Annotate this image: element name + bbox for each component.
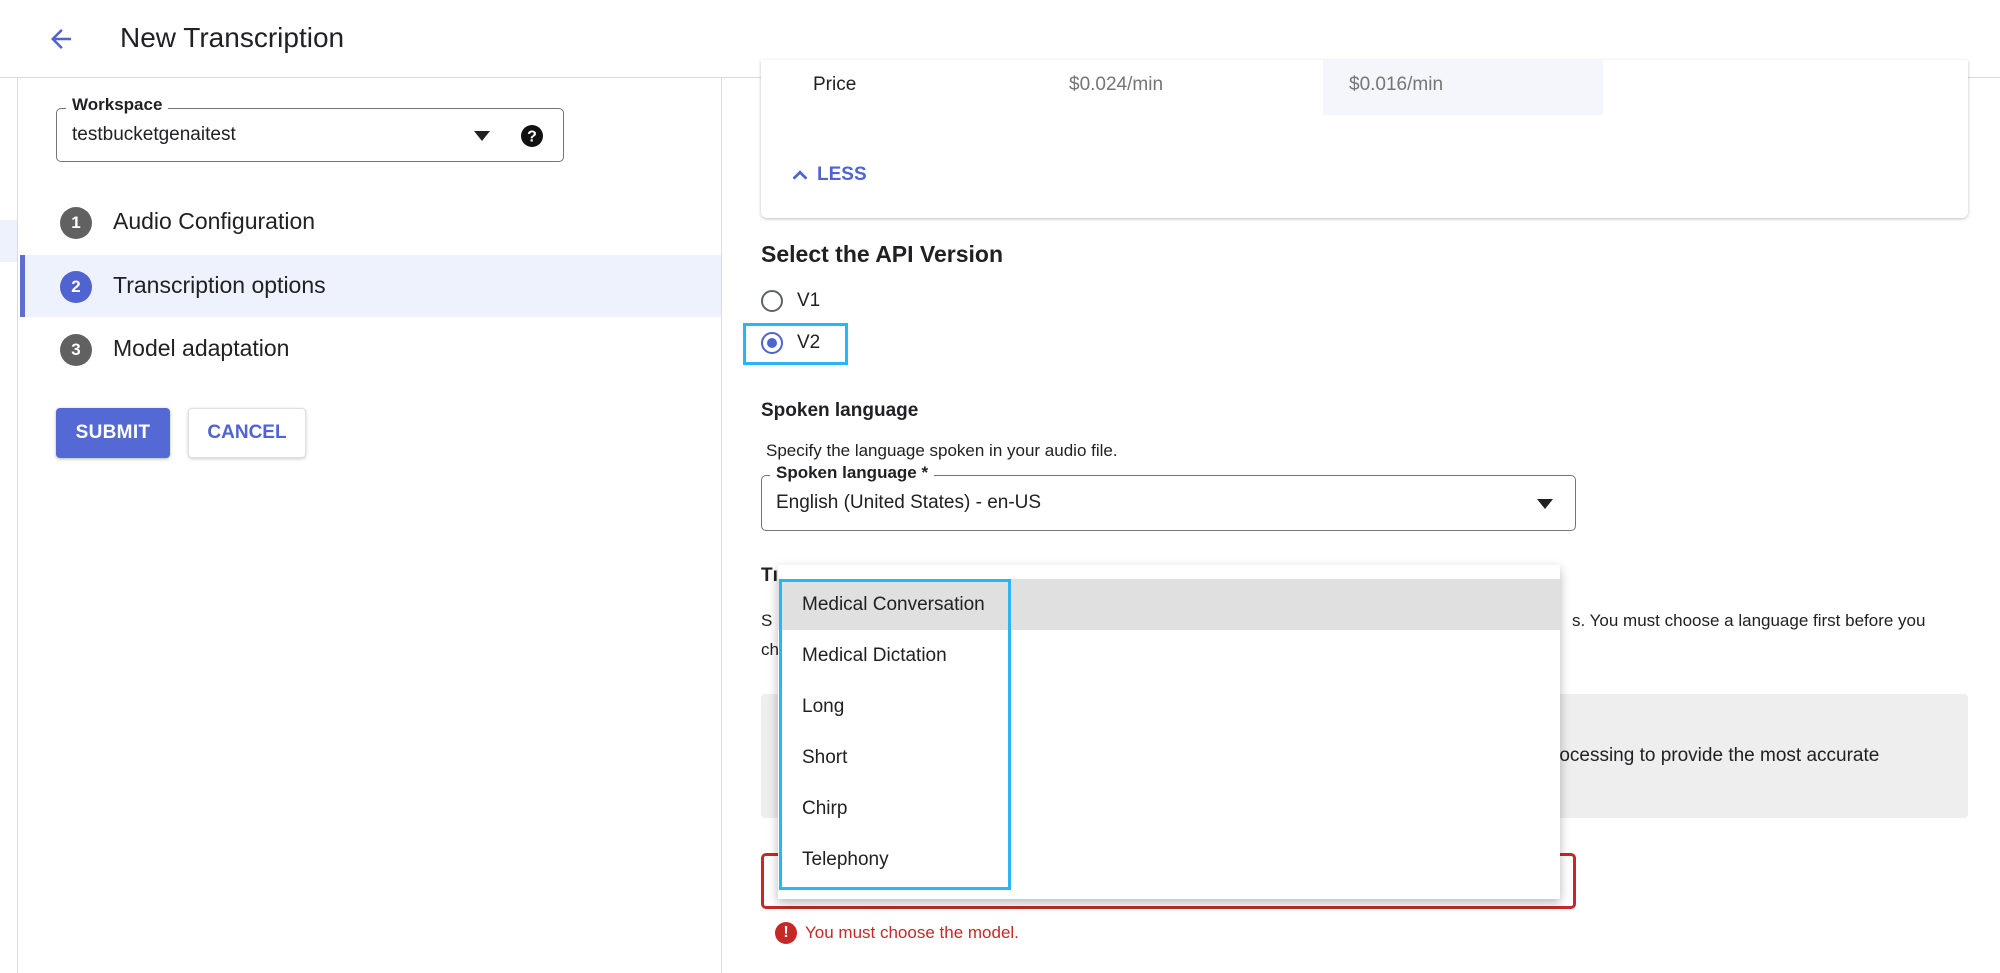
price-v2: $0.016/min xyxy=(1349,74,1444,95)
model-heading: Tı xyxy=(761,565,778,586)
spoken-language-field-label: Spoken language * xyxy=(770,463,935,483)
error-icon: ! xyxy=(775,922,797,944)
submit-button[interactable]: SUBMIT xyxy=(56,408,170,458)
caret-down-icon[interactable] xyxy=(470,128,494,144)
step-number: 1 xyxy=(60,207,92,239)
svg-text:?: ? xyxy=(527,129,537,146)
model-help-end: s. You must choose a language first befo… xyxy=(1572,611,1926,630)
less-button[interactable]: LESS xyxy=(789,164,867,186)
workspace-value: testbucketgenaitest xyxy=(72,124,236,145)
radio-v1-label: V1 xyxy=(797,290,821,311)
spoken-language-heading: Spoken language xyxy=(761,400,919,421)
model-help-line2: ch xyxy=(761,640,779,659)
radio-v1[interactable] xyxy=(761,290,783,312)
arrow-back-icon xyxy=(51,29,71,49)
back-button[interactable] xyxy=(40,18,82,60)
cancel-button[interactable]: CANCEL xyxy=(188,408,306,458)
model-error: ! You must choose the model. xyxy=(775,922,1019,944)
step-number: 3 xyxy=(60,334,92,366)
less-label: LESS xyxy=(817,164,867,185)
model-info-text: rocessing to provide the most accurate xyxy=(1553,745,1880,766)
left-rail-divider xyxy=(17,78,18,973)
v2-annotation-highlight xyxy=(743,323,848,365)
spoken-language-value: English (United States) - en-US xyxy=(776,492,1042,513)
model-help-start: S xyxy=(761,611,773,630)
column-divider xyxy=(721,78,722,973)
price-label: Price xyxy=(813,74,857,95)
dropdown-annotation-highlight xyxy=(779,579,1011,890)
price-v1: $0.024/min xyxy=(1069,74,1164,95)
model-error-text: You must choose the model. xyxy=(805,923,1019,942)
nav-selected-stub xyxy=(0,220,17,262)
caret-down-icon[interactable] xyxy=(1533,496,1557,512)
chevron-up-icon xyxy=(792,170,808,180)
page-title: New Transcription xyxy=(120,22,345,53)
step-number: 2 xyxy=(60,271,92,303)
step-audio-configuration[interactable]: 1 Audio Configuration xyxy=(20,191,721,253)
spoken-language-help: Specify the language spoken in your audi… xyxy=(766,441,1118,460)
workspace-label: Workspace xyxy=(66,95,169,115)
api-version-heading: Select the API Version xyxy=(761,241,1004,267)
step-label: Audio Configuration xyxy=(113,208,316,234)
step-transcription-options[interactable]: 2 Transcription options xyxy=(20,255,721,317)
step-label: Model adaptation xyxy=(113,335,290,361)
step-model-adaptation[interactable]: 3 Model adaptation xyxy=(20,318,721,380)
radio-option-v1[interactable]: V1 xyxy=(761,290,820,312)
help-icon[interactable]: ? xyxy=(520,124,544,148)
step-label: Transcription options xyxy=(113,272,326,298)
